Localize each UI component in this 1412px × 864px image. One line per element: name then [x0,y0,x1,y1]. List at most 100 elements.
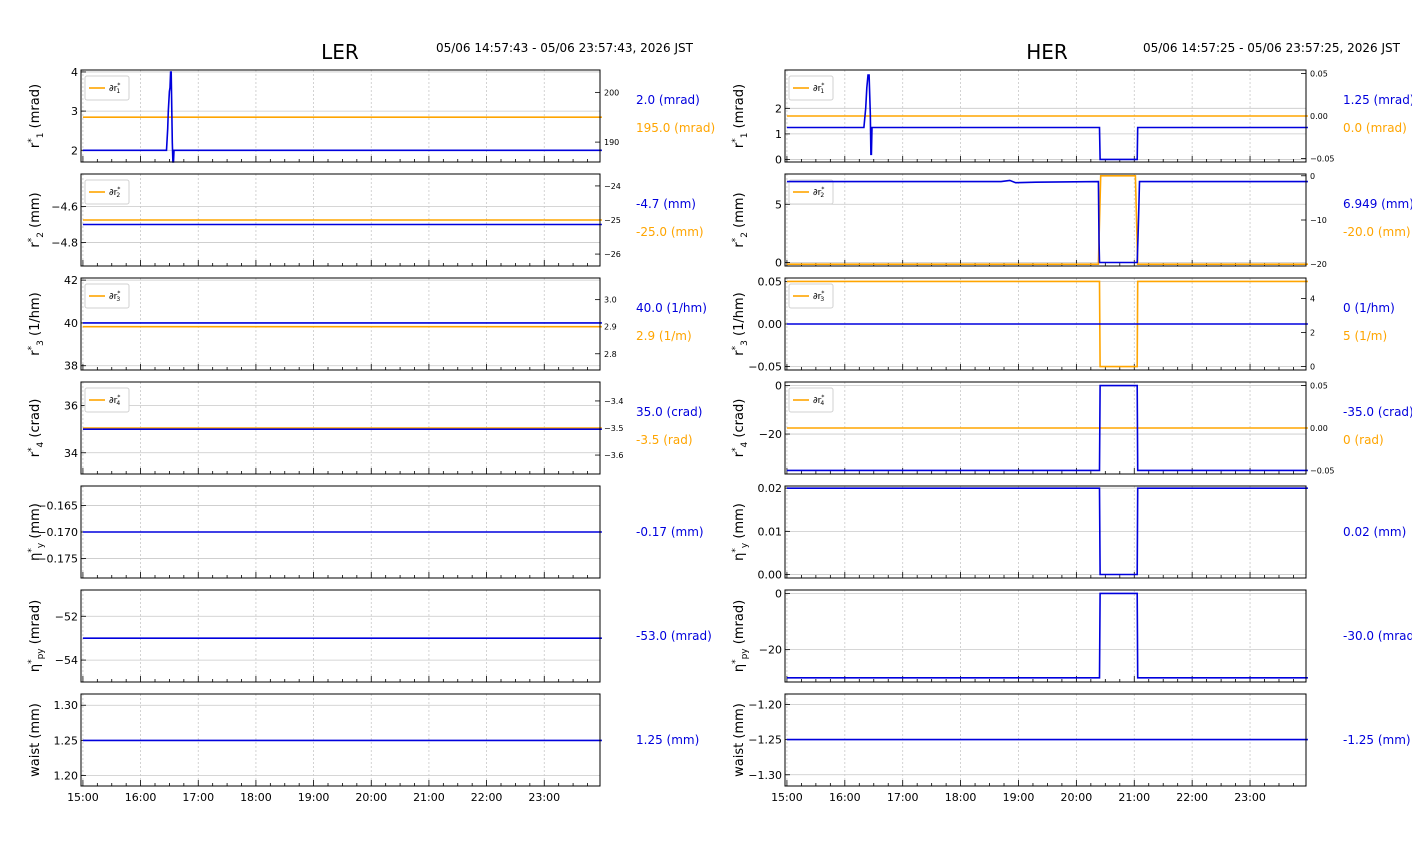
y2-tick-label: −3.5 [604,424,623,433]
y-tick-label: 0.05 [758,275,783,288]
y-tick-label: 42 [64,274,78,287]
ylabel-unit: (crad) [732,399,747,442]
y2-tick-label: −3.6 [604,451,623,460]
y-tick-label: 5 [775,198,782,211]
y-tick-label: −20 [759,644,782,657]
her-panel-3: 0.05 0.00 −0.05 r*3 (1/hm) 4 2 0 ∂r* 3 5 (1/m) 0 (… [731,275,1395,373]
y-tick-label: 0.01 [758,525,783,538]
ylabel-unit: (mm) [732,192,747,232]
ylabel-subscript: py [36,648,46,660]
panel-frame [784,589,1307,683]
her-current-primary-2: 6.949 (mm) [1343,197,1412,211]
y-tick-label: 1.30 [54,699,79,712]
ler-x-tick-label: 18:00 [240,791,272,804]
y-tick-label: −20 [759,428,782,441]
her-title: HER [1026,40,1068,64]
ler-panel-4: 34 36 r*4 (crad) −3.4 −3.5 −3.6 ∂r* 4 -3.5 (rad)… [27,381,702,475]
y2-tick-label: 0 [1310,172,1315,181]
her-x-tick-label: 16:00 [829,791,861,804]
her-x-tick-label: 21:00 [1118,791,1150,804]
y2-tick-label: 2.9 [604,323,617,332]
ler-current-secondary-3: 2.9 (1/m) [636,329,692,343]
her-current-secondary-4: 0 (rad) [1343,433,1384,447]
her-current-primary-1: 1.25 (mrad) [1343,93,1412,107]
ler-current-secondary-4: -3.5 (rad) [636,433,693,447]
ylabel-base: η [732,664,747,672]
ler-panel-3: 38 40 42 r*3 (1/hm) 2.8 2.9 3.0 ∂r* 3 2.9 (1/m) 40… [27,274,707,373]
legend-subscript: 1 [820,88,824,95]
her-current-secondary-3: 5 (1/m) [1343,329,1387,343]
her-current-primary-7: -1.25 (mm) [1343,733,1411,747]
legend-label: ∂r* 3 [813,290,824,303]
her-current-primary-4: -35.0 (crad) [1343,405,1412,419]
ler-ylabel-1: r*1 (mrad) [27,84,46,148]
ler-column: LER 05/06 14:57:43 - 05/06 23:57:43, 202… [27,40,715,804]
her-x-tick-label: 15:00 [771,791,803,804]
y-tick-label: −52 [55,610,78,623]
ler-time-range: 05/06 14:57:43 - 05/06 23:57:43, 2026 JS… [436,41,694,55]
ler-panel-1: 2 3 4 r*1 (mrad) 190 200 ∂r* 1 195.0 (mrad) 2.0 (… [27,66,715,163]
y-tick-label: 34 [64,447,78,460]
ler-current-primary-4: 35.0 (crad) [636,405,702,419]
ylabel-subscript: py [740,648,750,660]
legend-label: ∂r* 2 [813,186,824,199]
her-ylabel-4: r*4 (crad) [731,399,750,458]
her-x-tick-label: 22:00 [1176,791,1208,804]
her-panel-5: 0.02 0.01 0.00 η*y (mm) 0.02 (mm) [731,482,1406,581]
ler-title: LER [321,40,359,64]
y-tick-label: −4.8 [51,237,78,250]
ylabel-unit: (mrad) [732,84,747,133]
y2-tick-label: −10 [1310,216,1327,225]
y2-tick-label: −0.05 [1310,155,1335,164]
legend-subscript: 4 [116,400,120,407]
y2-tick-label: −26 [604,250,621,259]
y-tick-label: 0 [775,153,782,166]
her-x-tick-label: 17:00 [887,791,919,804]
legend-label: ∂r* 2 [109,186,120,199]
her-primary-line-2 [786,179,1308,264]
panel-frame [784,485,1307,579]
ylabel-unit: (mm) [732,503,747,543]
y-tick-label: 1.20 [54,769,79,782]
her-current-secondary-1: 0.0 (mrad) [1343,121,1407,135]
y-tick-label: −0.05 [748,361,782,374]
ler-panel-2: −4.6 −4.8 r*2 (mm) −24 −25 −26 ∂r* 2 -25.0 (mm) -… [27,173,704,267]
y-tick-label: 0.00 [758,569,783,582]
y2-tick-label: 0.05 [1310,381,1328,390]
y2-tick-label: −3.4 [604,397,623,406]
ler-panel-6: −52 −54 η*py (mrad) -53.0 (mrad) [27,589,712,683]
ler-x-tick-label: 21:00 [413,791,445,804]
ler-ylabel-3: r*3 (1/hm) [27,292,46,355]
her-ylabel-2: r*2 (mm) [731,192,750,247]
y2-tick-label: −25 [604,216,621,225]
ler-ylabel-2: r*2 (mm) [27,192,46,247]
y-tick-label: 0.02 [758,482,783,495]
ler-current-secondary-2: -25.0 (mm) [636,225,704,239]
her-panel-4: 0 −20 r*4 (crad) 0.05 0.00 −0.05 ∂r* 4 0 (rad) -3… [731,380,1412,476]
legend-label: ∂r* 4 [109,394,120,407]
her-x-tick-label: 20:00 [1061,791,1093,804]
y-tick-label: 0.00 [758,318,783,331]
y2-tick-label: 200 [604,88,619,97]
y-tick-label: 36 [64,400,78,413]
her-panel-2: 5 0 r*2 (mm) 0 −10 −20 ∂r* 2 -20.0 (mm) 6.949 (mm… [731,172,1412,270]
ylabel-unit: (crad) [28,399,43,442]
y2-tick-label: −24 [604,182,621,191]
ylabel-base: η [28,553,43,561]
legend-subscript: 1 [116,88,120,95]
y-tick-label: −54 [55,654,78,667]
her-ylabel-3: r*3 (1/hm) [731,292,750,355]
y2-tick-label: −20 [1310,260,1327,269]
legend-label: ∂r* 4 [813,394,824,407]
y2-tick-label: 2 [1310,329,1315,338]
ylabel-unit: (mrad) [28,84,43,133]
ler-current-secondary-1: 195.0 (mrad) [636,121,715,135]
ler-ylabel-7: waist (mm) [28,703,43,777]
y-tick-label: 0 [775,380,782,393]
her-column: HER 05/06 14:57:25 - 05/06 23:57:25, 202… [731,40,1412,804]
ylabel-unit: (mm) [28,192,43,232]
y-tick-label: 4 [71,66,78,79]
y2-tick-label: 2.8 [604,350,617,359]
legend-subscript: 2 [820,192,824,199]
y-tick-label: 1 [775,128,782,141]
